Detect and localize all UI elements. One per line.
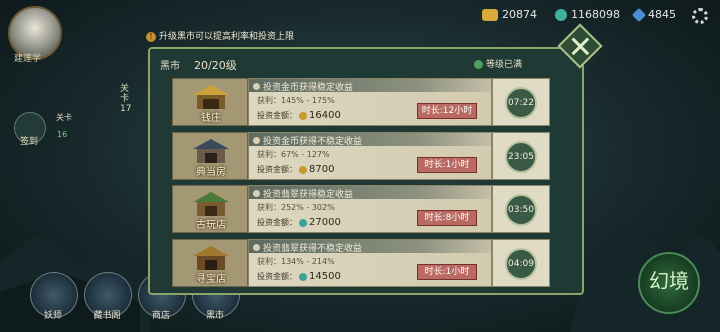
invest-amount-value: 27000 [309,217,341,228]
invest-amount: 投资金额： 14500 [257,271,341,282]
investment-title-bar: 投资金币获得不稳定收益 [249,133,491,147]
jade-value: 1168098 [571,8,620,21]
panel-title: 黑市 [160,61,180,72]
gem-icon [631,7,647,22]
building-name: 钱庄 [201,113,221,124]
upgrade-hint-text: 升级黑市可以提高利率和投资上限 [159,32,295,42]
level-maxed-label: 等级已满 [485,60,522,70]
profit-range: 获利：134% - 214% [257,257,335,266]
nav-shop-label: 商店 [151,311,170,321]
gold-coin-icon [299,111,307,120]
invest-label: 投资金额： [257,111,297,120]
investment-row: 寻宝店 投资翡翠获得不稳定收益 获利：134% - 214% 投资金额： 1450… [172,239,550,287]
building-name: 古玩店 [196,220,226,231]
duration-badge[interactable]: 时长:1小时 [417,157,477,173]
settings-gear-icon[interactable] [692,8,708,24]
investment-info: 投资金币获得不稳定收益 获利：67% - 127% 投资金额： 8700 时长:1… [248,132,492,180]
investment-info: 投资翡翠获得不稳定收益 获利：134% - 214% 投资金额： 14500 时长… [248,239,492,287]
profit-range: 获利：67% - 127% [257,150,330,159]
jade-counter: 1168098 [555,8,620,21]
timer-area: 04:09 [492,239,550,287]
level-maxed-badge: 等级已满 [473,57,522,70]
invest-amount: 投资金额： 8700 [257,164,334,175]
player-name: 建莲学 [14,54,42,64]
profit-range: 获利：252% - 302% [257,203,335,212]
maxed-icon [473,60,483,69]
jade-coin-icon [299,218,307,227]
timer-area: 03:50 [492,185,550,233]
building-thumbnail[interactable]: 钱庄 [172,78,248,126]
building-thumbnail[interactable]: 寻宝店 [172,239,248,287]
invest-amount-value: 16400 [309,110,341,121]
invest-amount-value: 14500 [309,271,341,282]
duration-badge[interactable]: 时长:1小时 [417,264,477,280]
building-name: 典当房 [196,167,226,178]
invest-label: 投资金额： [257,272,297,281]
investment-title-bar: 投资翡翠获得稳定收益 [249,186,491,200]
jade-coin-icon [299,272,307,281]
gold-value: 20874 [502,8,537,21]
illusion-realm-button[interactable]: 幻境 [638,252,700,314]
circle-icon [253,137,260,144]
info-icon: ! [146,32,156,42]
building-thumbnail[interactable]: 古玩店 [172,185,248,233]
investment-title-text: 投资金币获得稳定收益 [263,83,354,93]
checkin-count: 16 [57,130,68,139]
investment-title: 投资翡翠获得稳定收益 [253,187,353,200]
duration-badge[interactable]: 时长:8小时 [417,210,477,226]
invest-amount: 投资金额： 27000 [257,217,341,228]
gold-counter: 20874 [482,8,537,21]
upgrade-hint: ! 升级黑市可以提高利率和投资上限 [146,29,294,42]
gem-counter: 4845 [631,7,676,22]
countdown-timer[interactable]: 04:09 [505,248,537,280]
pawnshop-building-icon [193,139,229,163]
investment-info: 投资翡翠获得稳定收益 获利：252% - 302% 投资金额： 27000 时长:… [248,185,492,233]
nav-black-market-label: 黑市 [205,311,224,321]
bank-building-icon [193,85,229,109]
gem-value: 4845 [648,8,676,21]
checkin-label: 签到 [20,137,39,147]
countdown-timer[interactable]: 23:05 [505,141,537,173]
investment-title-text: 投资翡翠获得不稳定收益 [263,244,363,254]
investment-row: 古玩店 投资翡翠获得稳定收益 获利：252% - 302% 投资金额： 27000… [172,185,550,233]
investment-title-text: 投资翡翠获得稳定收益 [263,190,354,200]
investment-title-bar: 投资金币获得稳定收益 [249,79,491,93]
invest-label: 投资金额： [257,165,297,174]
building-thumbnail[interactable]: 典当房 [172,132,248,180]
timer-area: 07:22 [492,78,550,126]
timer-area: 23:05 [492,132,550,180]
investment-row: 典当房 投资金币获得不稳定收益 获利：67% - 127% 投资金额： 8700 … [172,132,550,180]
investment-title-bar: 投资翡翠获得不稳定收益 [249,240,491,254]
nav-demon-master-label: 妖师 [43,311,62,321]
gold-coin-icon [299,165,307,174]
building-name: 寻宝店 [196,274,226,285]
stage-level-label: 关卡 17 [120,84,132,114]
stage-small-label: 关卡 [56,113,72,122]
duration-badge[interactable]: 时长:12小时 [417,103,477,119]
investment-title-text: 投资金币获得不稳定收益 [263,137,363,147]
investment-title: 投资金币获得不稳定收益 [253,134,362,147]
countdown-timer[interactable]: 03:50 [505,194,537,226]
antique-shop-building-icon [193,192,229,216]
circle-icon [253,244,260,251]
panel-level: 20/20级 [194,59,237,72]
investment-row: 钱庄 投资金币获得稳定收益 获利：145% - 175% 投资金额： 16400 … [172,78,550,126]
investment-title: 投资金币获得稳定收益 [253,80,353,93]
invest-label: 投资金额： [257,218,297,227]
investment-title: 投资翡翠获得不稳定收益 [253,241,362,254]
circle-icon [253,83,260,90]
gold-ingot-icon [482,8,498,21]
treasure-shop-building-icon [193,246,229,270]
invest-amount: 投资金额： 16400 [257,110,341,121]
profit-range: 获利：145% - 175% [257,96,335,105]
nav-library-label: 藏书阁 [93,311,121,321]
invest-amount-value: 8700 [309,164,335,175]
countdown-timer[interactable]: 07:22 [505,87,537,119]
panel-header: 黑市 20/20级 [160,57,237,73]
investment-info: 投资金币获得稳定收益 获利：145% - 175% 投资金额： 16400 时长:… [248,78,492,126]
circle-icon [253,190,260,197]
jade-coin-icon [555,8,567,21]
